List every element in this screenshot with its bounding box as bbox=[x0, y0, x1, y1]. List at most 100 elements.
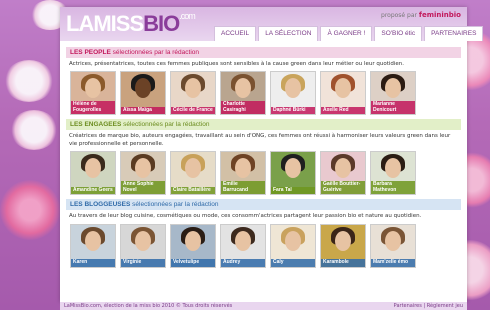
candidate-card[interactable]: Barbara Mathevon bbox=[370, 151, 416, 196]
bloggeuses-row: Karen Virginie Velvetulipe Audrey Caly K… bbox=[66, 223, 461, 268]
footer-copyright: LaMissBio.com, élection de la miss bio 2… bbox=[64, 303, 233, 309]
candidate-name: Velvetulipe bbox=[171, 258, 215, 267]
portrait-face bbox=[335, 78, 351, 99]
portrait-face bbox=[185, 230, 201, 251]
portrait-face bbox=[85, 230, 101, 251]
logo-text-bio: BIO bbox=[143, 11, 180, 36]
main-nav: ACCUEIL LA SÉLECTION À GAGNER ! SO'BIO é… bbox=[214, 26, 484, 41]
portrait-face bbox=[235, 158, 251, 179]
portrait-face bbox=[285, 230, 301, 251]
candidate-card[interactable]: Fara Tal bbox=[270, 151, 316, 196]
cherry-blossom-decoration bbox=[10, 110, 58, 150]
nav-item-selection[interactable]: LA SÉLECTION bbox=[258, 26, 319, 41]
portrait-face bbox=[385, 230, 401, 251]
page-frame: LAMISSBIO.com proposé par femininbio ACC… bbox=[60, 7, 484, 302]
section-header: LES PEOPLE sélectionnées par la rédactio… bbox=[66, 47, 461, 58]
candidate-card[interactable]: Velvetulipe bbox=[170, 223, 216, 268]
candidate-card[interactable]: Mam'zelle émo bbox=[370, 223, 416, 268]
section-title: LES BLOGGEUSES bbox=[70, 201, 131, 209]
sponsor-brand: femininbio bbox=[418, 11, 461, 19]
candidate-card[interactable]: Caly bbox=[270, 223, 316, 268]
candidate-card[interactable]: Axelle Red bbox=[320, 71, 366, 116]
cherry-blossom-decoration bbox=[0, 180, 60, 240]
section-engagees: LES ENGAGEES sélectionnées par la rédact… bbox=[66, 119, 461, 196]
candidate-name: Mam'zelle émo bbox=[371, 258, 415, 267]
nav-item-accueil[interactable]: ACCUEIL bbox=[214, 26, 257, 41]
candidate-name: Claire Bataillère bbox=[171, 186, 215, 195]
portrait-face bbox=[135, 78, 151, 99]
candidate-card[interactable]: Amandine Geers bbox=[70, 151, 116, 196]
section-title: LES ENGAGEES bbox=[70, 121, 122, 129]
section-subtitle: sélectionnées par la rédaction bbox=[123, 121, 210, 129]
logo-com: .com bbox=[179, 11, 195, 21]
candidate-name: Gaëlle Bouttier-Guérive bbox=[321, 180, 365, 195]
candidate-name: Virginie bbox=[121, 258, 165, 267]
nav-item-sobio-etic[interactable]: SO'BIO étic bbox=[374, 26, 423, 41]
candidate-name: Anne Sophie Novel bbox=[121, 180, 165, 195]
candidate-name: Karen bbox=[71, 258, 115, 267]
candidate-card[interactable]: Cécile de France bbox=[170, 71, 216, 116]
candidate-card[interactable]: Hélène de Fougerolles bbox=[70, 71, 116, 116]
site-header: LAMISSBIO.com proposé par femininbio ACC… bbox=[60, 7, 484, 41]
candidate-name: Barbara Mathevon bbox=[371, 180, 415, 195]
main-content: LES PEOPLE sélectionnées par la rédactio… bbox=[60, 41, 467, 268]
nav-item-a-gagner[interactable]: À GAGNER ! bbox=[320, 26, 373, 41]
candidate-name: Amandine Geers bbox=[71, 186, 115, 195]
candidate-name: Fara Tal bbox=[271, 186, 315, 195]
people-row: Hélène de Fougerolles Aïssa Maïga Cécile… bbox=[66, 70, 461, 116]
candidate-card[interactable]: Audrey bbox=[220, 223, 266, 268]
candidate-name: Caly bbox=[271, 258, 315, 267]
section-description: Créatrices de marque bio, auteurs engagé… bbox=[69, 133, 451, 147]
section-subtitle: sélectionnées par la rédaction bbox=[132, 201, 219, 209]
candidate-name: Hélène de Fougerolles bbox=[71, 100, 115, 115]
portrait-face bbox=[335, 158, 351, 179]
candidate-card[interactable]: Aïssa Maïga bbox=[120, 71, 166, 116]
sponsor-prefix: proposé par bbox=[381, 12, 417, 19]
section-description: Au travers de leur blog cuisine, cosméti… bbox=[69, 213, 422, 220]
candidate-card[interactable]: Virginie bbox=[120, 223, 166, 268]
portrait-face bbox=[335, 230, 351, 251]
candidate-card[interactable]: Anne Sophie Novel bbox=[120, 151, 166, 196]
nav-item-partenaires[interactable]: PARTENAIRES bbox=[424, 26, 484, 41]
candidate-card[interactable]: Gaëlle Bouttier-Guérive bbox=[320, 151, 366, 196]
section-header: LES BLOGGEUSES sélectionnées par la réda… bbox=[66, 199, 461, 211]
portrait-face bbox=[135, 158, 151, 179]
engagees-row: Amandine Geers Anne Sophie Novel Claire … bbox=[66, 150, 461, 196]
footer-links[interactable]: Partenaires | Règlement jeu bbox=[394, 303, 463, 309]
portrait-face bbox=[385, 158, 401, 179]
candidate-name: Audrey bbox=[221, 258, 265, 267]
section-people: LES PEOPLE sélectionnées par la rédactio… bbox=[66, 47, 461, 116]
portrait-face bbox=[85, 158, 101, 179]
section-header: LES ENGAGEES sélectionnées par la rédact… bbox=[66, 119, 461, 131]
candidate-card[interactable]: Karambole bbox=[320, 223, 366, 268]
candidate-name: Emilie Barrucand bbox=[221, 180, 265, 195]
sponsor-banner[interactable]: proposé par femininbio bbox=[381, 11, 461, 19]
section-title: LES PEOPLE bbox=[70, 49, 111, 56]
logo-text: LAMISS bbox=[66, 11, 144, 36]
candidate-card[interactable]: Marianne Denicourt bbox=[370, 71, 416, 116]
portrait-face bbox=[285, 78, 301, 99]
cherry-blossom-decoration bbox=[4, 60, 54, 102]
candidate-name: Cécile de France bbox=[171, 106, 215, 115]
candidate-name: Daphné Bürki bbox=[271, 106, 315, 115]
candidate-name: Karambole bbox=[321, 258, 365, 267]
candidate-card[interactable]: Emilie Barrucand bbox=[220, 151, 266, 196]
candidate-card[interactable]: Charlotte Casiraghi bbox=[220, 71, 266, 116]
portrait-face bbox=[135, 230, 151, 251]
portrait-face bbox=[235, 78, 251, 99]
site-logo[interactable]: LAMISSBIO.com bbox=[66, 11, 196, 37]
section-bloggeuses: LES BLOGGEUSES sélectionnées par la réda… bbox=[66, 199, 461, 268]
candidate-name: Charlotte Casiraghi bbox=[221, 100, 265, 115]
candidate-name: Aïssa Maïga bbox=[121, 106, 165, 115]
section-subtitle: sélectionnées par la rédaction bbox=[112, 49, 200, 56]
candidate-card[interactable]: Claire Bataillère bbox=[170, 151, 216, 196]
section-description: Actrices, présentatrices, toutes ces fem… bbox=[69, 61, 405, 67]
candidate-card[interactable]: Karen bbox=[70, 223, 116, 268]
candidate-name: Axelle Red bbox=[321, 106, 365, 115]
candidate-name: Marianne Denicourt bbox=[371, 100, 415, 115]
candidate-card[interactable]: Daphné Bürki bbox=[270, 71, 316, 116]
portrait-face bbox=[285, 158, 301, 179]
portrait-face bbox=[85, 78, 101, 99]
portrait-face bbox=[185, 78, 201, 99]
portrait-face bbox=[385, 78, 401, 99]
